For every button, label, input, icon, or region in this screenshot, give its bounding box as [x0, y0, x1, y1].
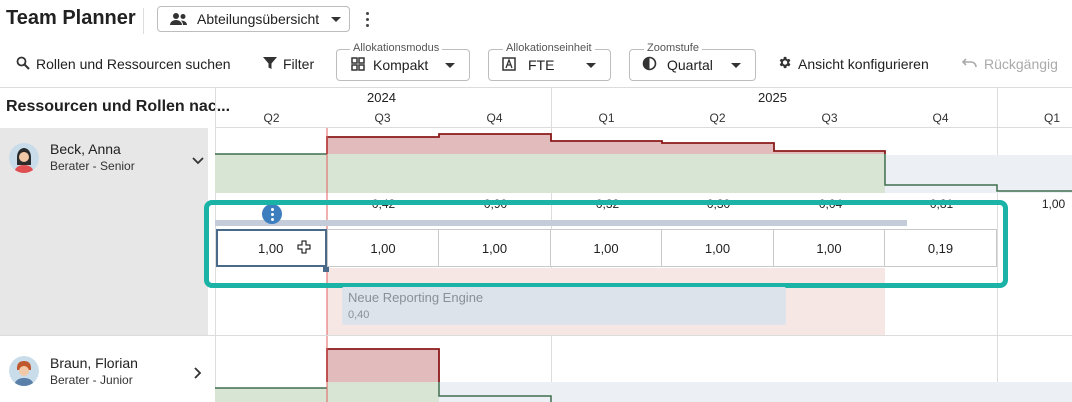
resource-name: Beck, Anna	[50, 141, 121, 157]
gear-icon	[777, 55, 792, 73]
quarter-label: Q3	[821, 111, 838, 125]
resources-column-header: Ressourcen und Rollen nac...	[6, 98, 231, 115]
header-divider	[143, 8, 144, 34]
configure-view-button[interactable]: Ansicht konfigurieren	[777, 53, 929, 75]
resource-name: Braun, Florian	[50, 355, 138, 371]
avatar	[9, 143, 39, 173]
resource-role: Berater - Junior	[50, 373, 133, 387]
unit-box-icon	[502, 56, 516, 74]
quarter-label: Q2	[709, 111, 726, 125]
chevron-down-icon	[731, 62, 741, 68]
project-name: Neue Reporting Engine	[348, 290, 484, 305]
filter-icon	[263, 56, 277, 73]
grid-icon	[351, 56, 365, 74]
allocation-mode-label: Allokationsmodus	[350, 42, 443, 54]
chevron-down-icon	[331, 16, 342, 22]
configure-view-label: Ansicht konfigurieren	[798, 56, 929, 72]
year-2024-label: 2024	[367, 90, 396, 105]
filter-label: Filter	[283, 56, 315, 72]
zoom-label: Zoomstufe	[644, 42, 702, 54]
capacity-bg	[885, 155, 1072, 193]
allocation-mode-value: Kompakt	[373, 57, 429, 73]
avatar	[9, 356, 39, 386]
view-dropdown-label: Abteilungsübersicht	[197, 11, 320, 27]
search-roles-label: Rollen und Ressourcen suchen	[36, 56, 231, 72]
grid-top-border	[0, 87, 1072, 88]
capacity-bg	[439, 382, 1072, 402]
group-icon	[170, 12, 188, 26]
chevron-right-icon[interactable]	[194, 366, 202, 384]
highlight-frame	[204, 200, 1008, 288]
zoom-value: Quartal	[667, 57, 713, 73]
capacity-fill	[327, 382, 439, 402]
undo-icon	[961, 56, 978, 72]
quarter-label: Q2	[263, 111, 280, 125]
chevron-down-icon	[586, 62, 596, 68]
quarter-label: Q4	[486, 111, 503, 125]
filter-button[interactable]: Filter	[263, 53, 314, 75]
quarter-label: Q3	[374, 111, 391, 125]
resource-role: Berater - Senior	[50, 159, 135, 173]
quarter-label: Q1	[598, 111, 615, 125]
quarter-value: 1,00	[1041, 197, 1066, 211]
view-dropdown[interactable]: Abteilungsübersicht	[157, 6, 350, 32]
page-title: Team Planner	[6, 7, 136, 29]
year-2025-label: 2025	[758, 90, 787, 105]
undo-button[interactable]: Rückgängig	[961, 53, 1058, 75]
chevron-down-icon[interactable]	[192, 152, 204, 170]
overload-fill	[327, 349, 439, 382]
search-roles-button[interactable]: Rollen und Ressourcen suchen	[16, 53, 231, 75]
undo-label: Rückgängig	[984, 56, 1058, 72]
search-icon	[16, 56, 30, 73]
quarter-label: Q1	[1043, 111, 1060, 125]
more-options-icon[interactable]	[360, 8, 374, 30]
half-circle-icon	[642, 56, 657, 74]
chevron-down-icon	[445, 62, 455, 68]
allocation-unit-value: FTE	[528, 57, 555, 73]
capacity-chart-row2	[215, 336, 1072, 402]
allocation-unit-label: Allokationseinheit	[503, 42, 595, 54]
quarter-label: Q4	[932, 111, 949, 125]
project-bar[interactable]: Neue Reporting Engine 0,40	[342, 287, 786, 325]
project-value: 0,40	[348, 309, 370, 321]
capacity-fill	[215, 388, 327, 402]
capacity-fill	[215, 154, 885, 193]
